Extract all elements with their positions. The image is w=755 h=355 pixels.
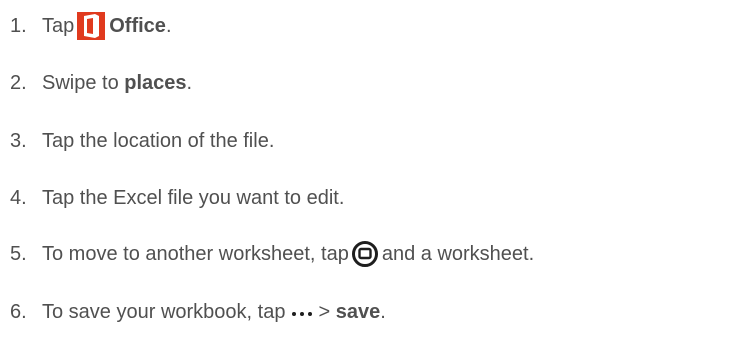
step-6: 6. To save your workbook, tap > save . — [10, 292, 386, 332]
step-number: 4. — [10, 186, 27, 209]
step-text: To save your workbook, tap — [42, 300, 286, 323]
step-text: To move to another worksheet, tap — [42, 242, 349, 265]
step-text-end: . — [186, 71, 193, 94]
step-text: Tap — [42, 14, 75, 37]
step-text: Tap the location of the file. — [42, 129, 275, 152]
step-number: 2. — [10, 71, 27, 94]
step-4: 4. Tap the Excel file you want to edit. — [10, 178, 344, 218]
step-5: 5. To move to another worksheet, tap and… — [10, 234, 534, 274]
step-number: 1. — [10, 14, 27, 37]
switch-worksheet-icon — [351, 240, 379, 268]
step-1: 1. Tap Office . — [10, 6, 172, 46]
step-number: 3. — [10, 129, 27, 152]
step-text-end: . — [165, 14, 172, 37]
save-label: save — [335, 300, 381, 323]
places-label: places — [124, 71, 187, 94]
office-icon — [77, 12, 106, 40]
step-text-end: and a worksheet. — [381, 242, 535, 265]
step-number: 6. — [10, 300, 27, 323]
step-3: 3. Tap the location of the file. — [10, 121, 274, 161]
step-text-mid: > — [318, 300, 336, 323]
step-text: Swipe to — [42, 71, 125, 94]
step-number: 5. — [10, 242, 27, 265]
step-text: Tap the Excel file you want to edit. — [42, 186, 345, 209]
more-icon — [291, 307, 313, 317]
step-2: 2. Swipe to places . — [10, 63, 192, 103]
step-text-end: . — [380, 300, 386, 323]
office-app-name: Office — [109, 14, 166, 37]
